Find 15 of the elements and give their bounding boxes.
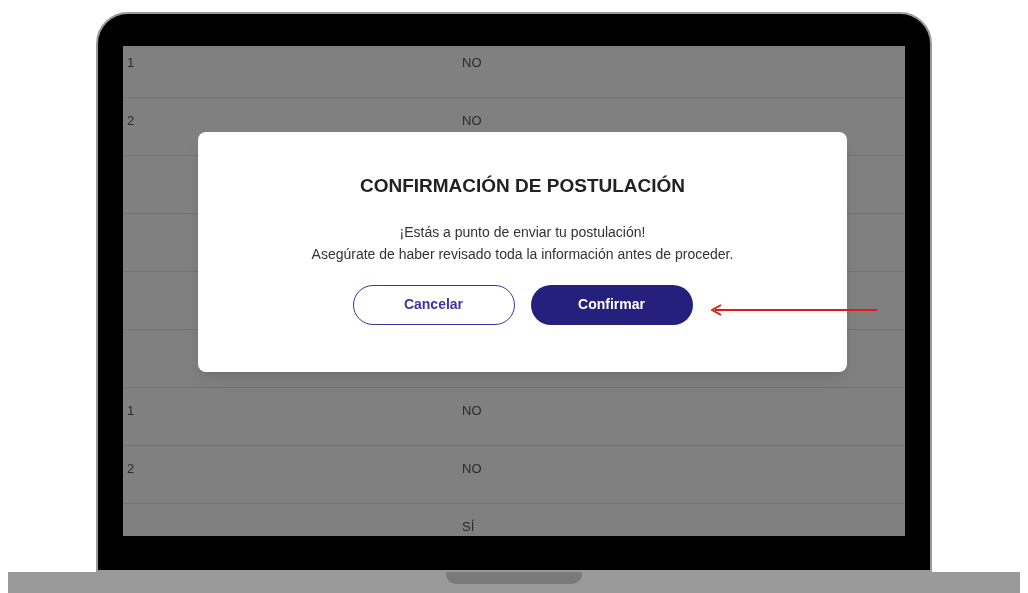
dialog-message: ¡Estás a punto de enviar tu postulación! xyxy=(399,222,646,242)
table-cell: 2 xyxy=(127,113,135,128)
dialog-message: Asegúrate de haber revisado toda la información antes de proceder. xyxy=(311,244,734,264)
table-cell: NO xyxy=(462,403,482,418)
table-cell: SÍ xyxy=(462,519,475,534)
table-cell: 1 xyxy=(127,403,135,418)
confirm-button[interactable]: Confirmar xyxy=(530,284,693,325)
table-cell: NO xyxy=(462,461,482,476)
table-cell: NO xyxy=(462,113,482,128)
dialog-title: CONFIRMACIÓN DE POSTULACIÓN xyxy=(359,174,686,198)
table-cell: NO xyxy=(462,55,482,70)
table-cell: 2 xyxy=(127,461,135,476)
cancel-button[interactable]: Cancelar xyxy=(352,284,515,325)
arrow-icon xyxy=(711,304,879,316)
table-cell: 1 xyxy=(127,55,135,70)
